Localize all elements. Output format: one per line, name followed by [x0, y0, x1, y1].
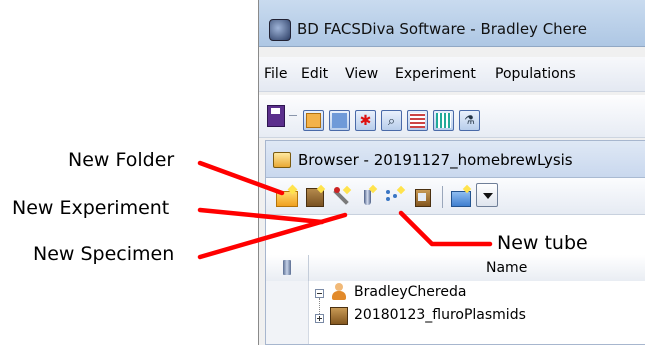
browser-toolbar	[266, 178, 645, 215]
menu-edit[interactable]: Edit	[301, 66, 328, 82]
title-bar: BD FACSDiva Software - Bradley Chere	[259, 0, 645, 47]
browser-icon	[273, 152, 291, 168]
callout-new-specimen: New Specimen	[33, 243, 175, 265]
toolbar-dropdown-button[interactable]	[476, 183, 498, 207]
new-worksheet-icon[interactable]	[450, 184, 472, 207]
worksheet-toggle-button[interactable]	[407, 110, 428, 131]
new-specimen-icon[interactable]	[330, 185, 352, 206]
user-icon	[330, 283, 348, 301]
column-tube-indicator[interactable]	[266, 255, 309, 281]
collapse-user-toggle[interactable]	[315, 289, 324, 298]
tree-item-user[interactable]: BradleyChereda	[354, 284, 466, 300]
callout-new-experiment: New Experiment	[12, 197, 170, 219]
new-analysis-icon[interactable]	[412, 186, 434, 207]
app-logo-icon	[269, 19, 291, 41]
tree-gutter	[266, 281, 309, 344]
facsdiva-window: BD FACSDiva Software - Bradley Chere Fil…	[258, 0, 645, 345]
browser-toggle-button[interactable]	[303, 110, 324, 131]
list-header: Name	[266, 255, 645, 282]
save-icon[interactable]	[267, 105, 285, 127]
column-name-header[interactable]: Name	[486, 260, 527, 276]
menu-populations[interactable]: Populations	[495, 66, 576, 82]
new-global-worksheet-icon[interactable]	[384, 185, 406, 206]
acquisition-toggle-button[interactable]	[433, 110, 454, 131]
browser-tree: BradleyChereda 20180123_fluroPlasmids	[266, 281, 645, 344]
toolbar-separator	[442, 186, 443, 208]
menu-bar: File Edit View Experiment Populations	[259, 57, 645, 92]
browser-panel: Browser - 20191127_homebrewLysis Name Br…	[265, 140, 645, 345]
menu-view[interactable]: View	[345, 66, 378, 82]
cytometer-toggle-button[interactable]: ✱	[355, 110, 376, 131]
search-toggle-button[interactable]: ⌕	[381, 110, 402, 131]
new-folder-icon[interactable]	[276, 184, 298, 207]
browser-filter-area	[266, 215, 645, 256]
tree-item-experiment[interactable]: 20180123_fluroPlasmids	[354, 307, 526, 323]
expand-experiment-toggle[interactable]	[315, 314, 324, 323]
browser-title-bar: Browser - 20191127_homebrewLysis	[266, 141, 645, 178]
experiment-icon	[330, 307, 348, 325]
callout-new-folder: New Folder	[68, 149, 175, 171]
new-tube-icon[interactable]	[358, 184, 380, 206]
chevron-down-icon	[483, 193, 493, 199]
inspector-toggle-button[interactable]	[329, 110, 350, 131]
window-title: BD FACSDiva Software - Bradley Chere	[297, 20, 587, 38]
statistics-toggle-button[interactable]: ⚗	[459, 110, 480, 131]
browser-title: Browser - 20191127_homebrewLysis	[298, 151, 573, 169]
menu-file[interactable]: File	[264, 66, 287, 82]
new-experiment-icon[interactable]	[304, 184, 326, 207]
menu-experiment[interactable]: Experiment	[395, 66, 476, 82]
tube-icon	[283, 260, 291, 275]
callout-new-tube: New tube	[497, 232, 588, 254]
